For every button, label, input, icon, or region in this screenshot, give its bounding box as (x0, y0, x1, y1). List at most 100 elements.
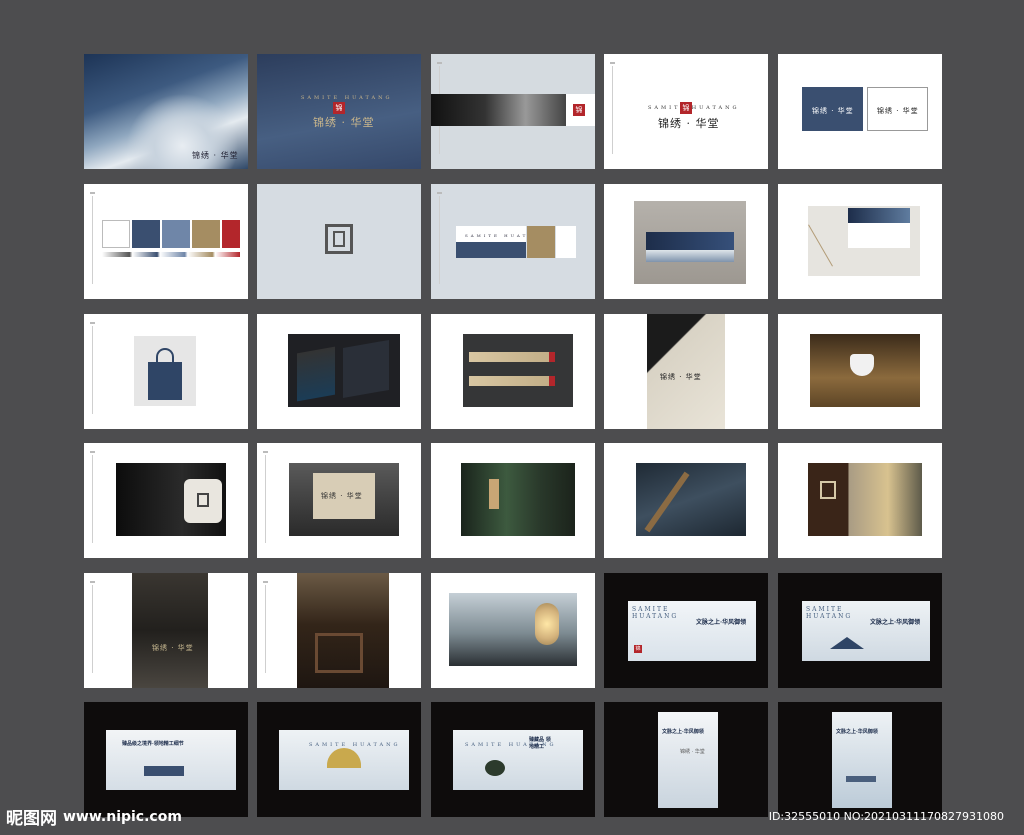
brand-english: SAMITE HUATANG (806, 606, 853, 620)
page: { "brand": { "name_cn": "锦绣 · 华堂", "name… (0, 0, 1024, 835)
page-thumbnail-teacup[interactable] (778, 314, 942, 429)
page-thumbnail-stamp-strip[interactable]: 锦 (431, 54, 595, 169)
watermark-site: www.nipic.com (63, 808, 182, 825)
gate-photo (808, 463, 922, 536)
lobby-photo (132, 573, 208, 688)
poster (658, 712, 718, 808)
ad-headline: 文脉之上·华风御领 (696, 619, 747, 626)
garden-sign (489, 479, 499, 509)
margin-rule (610, 62, 615, 154)
page-thumbnail-lightbox[interactable]: 锦绣 · 华堂 (257, 443, 421, 558)
margin-rule (90, 322, 95, 414)
logo-seal: 锦 (680, 102, 692, 114)
page-thumbnail-envelope[interactable] (778, 184, 942, 299)
tile-panel (315, 633, 363, 673)
watermark-id: ID:32555010 NO:20210311170827931080 (768, 810, 1004, 823)
margin-rule (90, 451, 95, 543)
gate-seal-icon (820, 481, 836, 499)
page-thumbnail-poster-1[interactable]: 文脉之上·华风御领 锦绣 · 华堂 (604, 702, 768, 817)
tote-bag (148, 362, 182, 400)
page-thumbnail-scroll-open[interactable]: 锦绣 · 华堂 (604, 314, 768, 429)
brand-name: 锦绣 · 华堂 (877, 107, 919, 115)
page-thumbnail-color-palette[interactable] (84, 184, 248, 299)
page-thumbnail-navy-cover[interactable]: SAMITE HUATANG 锦 锦绣 · 华堂 (257, 54, 421, 169)
card-back (456, 242, 526, 258)
page-thumbnail-banner-3[interactable]: SAMITE HUATANG 臻藏品 领地精工 (431, 702, 595, 817)
ad-headline: 文脉之上·华风御领 (870, 619, 921, 626)
brand-name: 锦绣 · 华堂 (321, 492, 363, 500)
margin-rule (90, 581, 95, 673)
page-thumbnail-seal[interactable] (257, 184, 421, 299)
brand-name: 锦绣 · 华堂 (152, 644, 194, 652)
page-thumbnail-invitation[interactable] (604, 184, 768, 299)
page-thumbnail-scrolls[interactable] (431, 314, 595, 429)
logo-seal: 锦 (573, 104, 585, 116)
ad-headline: 文脉之上·华风御领 (662, 729, 704, 735)
ad-headline: 文脉之上·华风御领 (836, 729, 878, 735)
page-thumbnail-business-cards[interactable]: SAMITE HUATANG (431, 184, 595, 299)
brand-name: 锦绣 · 华堂 (812, 107, 854, 115)
page-thumbnail-tote-bag[interactable] (84, 314, 248, 429)
scroll-1-band (549, 352, 555, 362)
page-thumbnail-water-tile[interactable] (257, 573, 421, 688)
stamp-photo (431, 94, 566, 126)
page-thumbnail-poster-2[interactable]: 文脉之上·华风御领 (778, 702, 942, 817)
page-thumbnail-cover-ink[interactable]: 锦绣 · 华堂 (84, 54, 248, 169)
tote-handle (156, 348, 174, 364)
scroll-1 (469, 352, 555, 362)
cushion-seal-icon (197, 493, 209, 507)
page-thumbnail-garden-sign[interactable] (431, 443, 595, 558)
watermark-logo: 昵图网 www.nipic.com (6, 804, 182, 830)
page-thumbnail-gift-box[interactable] (257, 314, 421, 429)
brand-english: SAMITE HUATANG (648, 105, 740, 111)
swatch-white (102, 220, 130, 248)
page-thumbnail-path[interactable] (604, 443, 768, 558)
swatch-red (222, 220, 240, 248)
card-white (556, 226, 576, 258)
margin-rule (263, 581, 268, 673)
boat-graphic (846, 776, 876, 782)
margin-rule (90, 192, 95, 284)
brand-english: SAMITE HUATANG (632, 606, 679, 620)
brand-name: 锦绣 · 华堂 (658, 117, 720, 130)
banner (106, 730, 236, 790)
banner (453, 730, 583, 790)
margin-rule (263, 451, 268, 543)
brand-english: SAMITE HUATANG (301, 95, 393, 101)
scroll-2 (469, 376, 555, 386)
swatch-blue (162, 220, 190, 248)
page-thumbnail-lamp[interactable] (431, 573, 595, 688)
envelope-flap (848, 208, 910, 223)
brand-name: 锦绣 · 华堂 (660, 373, 702, 381)
page-thumbnail-lobby[interactable]: 锦绣 · 华堂 (84, 573, 248, 688)
gradient-bar (102, 252, 240, 257)
invitation-wave (646, 250, 734, 262)
page-thumbnail-billboard-2[interactable]: SAMITE HUATANG 文脉之上·华风御领 (778, 573, 942, 688)
page-thumbnail-logo[interactable]: SAMITE HUATANG 锦 锦绣 · 华堂 (604, 54, 768, 169)
poster (832, 712, 892, 808)
margin-rule (437, 192, 442, 284)
building-graphic (144, 766, 184, 776)
lamp (535, 603, 559, 645)
scroll-2-band (549, 376, 555, 386)
tree-graphic (485, 760, 505, 776)
brand-name: 锦绣 · 华堂 (192, 151, 239, 160)
brand-name: 锦绣 · 华堂 (313, 116, 375, 129)
page-thumbnail-billboard-1[interactable]: SAMITE HUATANG 文脉之上·华风御领 锦 (604, 573, 768, 688)
card-gold (527, 226, 555, 258)
page-thumbnail-logo-variants[interactable]: 锦绣 · 华堂 锦绣 · 华堂 (778, 54, 942, 169)
seal-mark-inner (333, 231, 345, 247)
page-thumbnail-banner-2[interactable]: SAMITE HUATANG (257, 702, 421, 817)
watermark-logo-text: 昵图网 (6, 809, 57, 829)
garden-photo (461, 463, 575, 536)
ad-headline: 臻品级之境界·领地精工细节 (122, 741, 184, 747)
page-thumbnail-banner-1[interactable]: 臻品级之境界·领地精工细节 (84, 702, 248, 817)
logo-seal: 锦 (333, 102, 345, 114)
page-thumbnail-gate[interactable] (778, 443, 942, 558)
swatch-navy (132, 220, 160, 248)
scrolls-photo (463, 334, 573, 407)
giftbox-left (297, 346, 335, 402)
swatch-gold (192, 220, 220, 248)
page-thumbnail-cushion[interactable] (84, 443, 248, 558)
invitation-card (646, 232, 734, 250)
